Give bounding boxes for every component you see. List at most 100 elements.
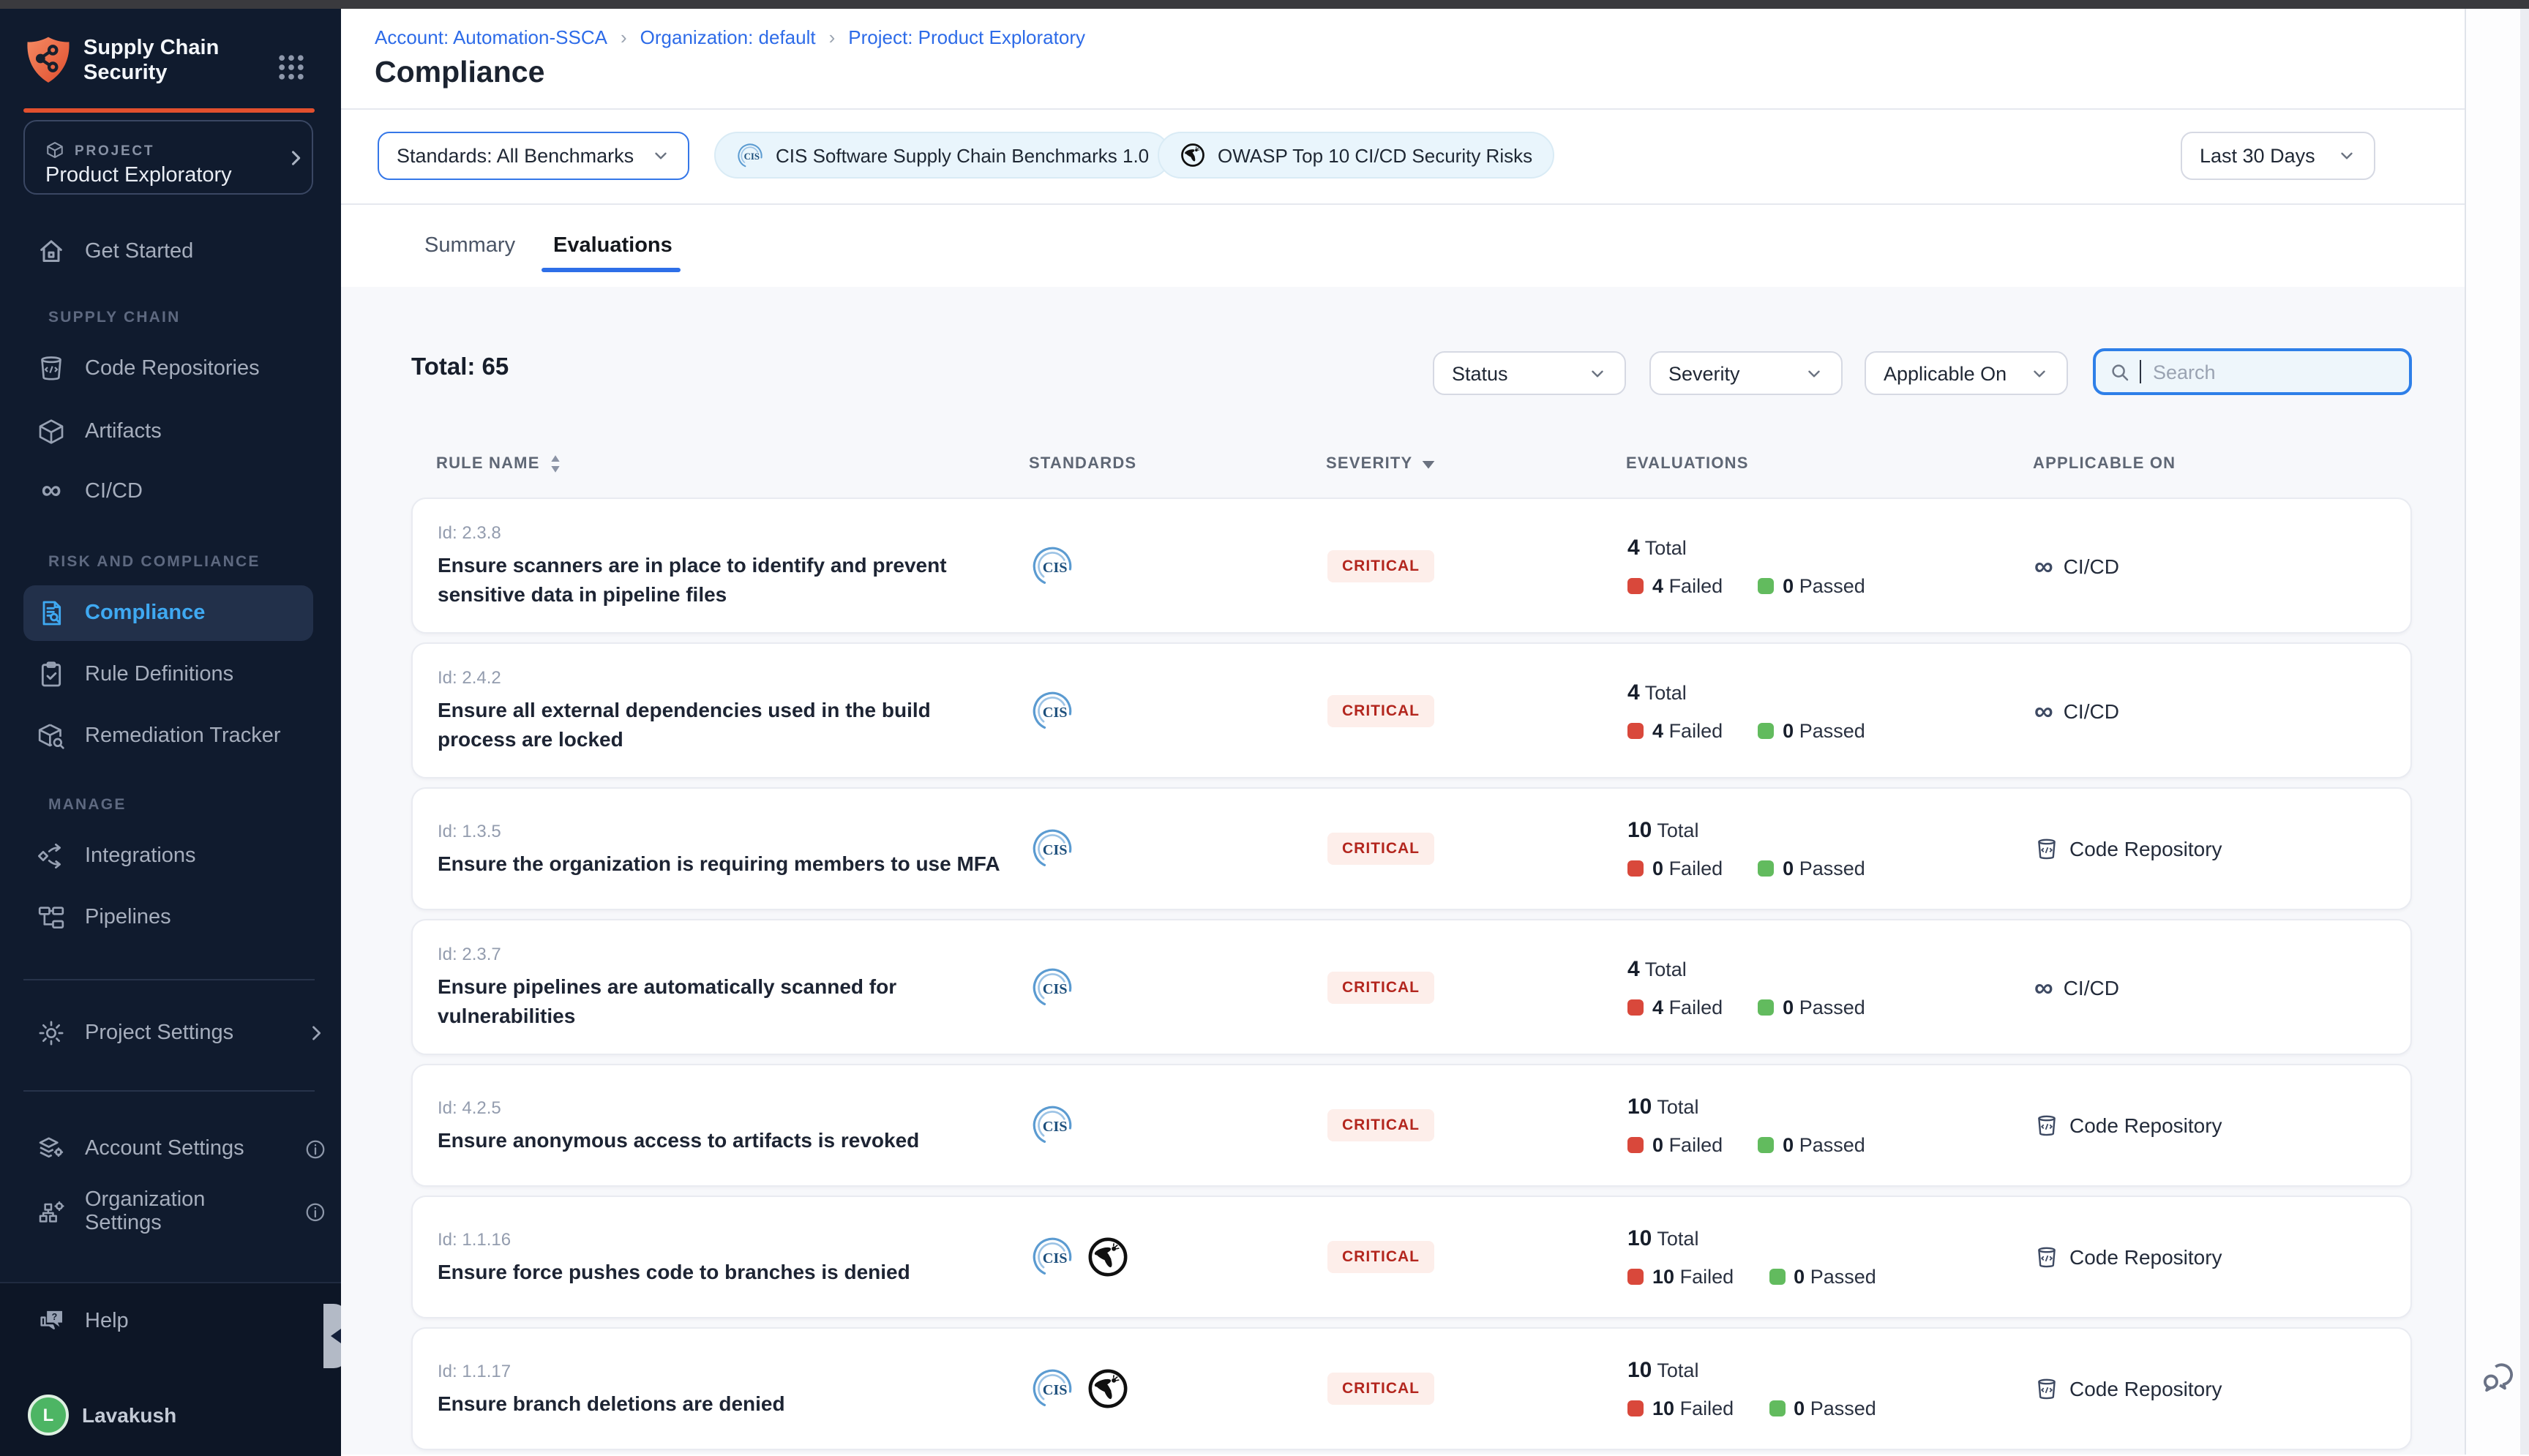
sidebar-item-cicd[interactable]: ∞ CI/CD <box>37 474 326 509</box>
sidebar-item-integrations[interactable]: Integrations <box>37 838 326 874</box>
tab-summary[interactable]: Summary <box>424 225 515 266</box>
help-chat-icon: ? <box>37 1307 66 1336</box>
sidebar-item-organization-settings[interactable]: Organization Settings <box>37 1194 326 1229</box>
eval-passed-count: 0 <box>1783 574 1794 596</box>
sidebar-item-label: Project Settings <box>85 1021 233 1045</box>
eval-failed-label: Failed <box>1669 1134 1723 1156</box>
evaluations-cell: 10 Total 0 Failed 0 Passed <box>1627 1095 2034 1156</box>
date-range-dropdown[interactable]: Last 30 Days <box>2181 132 2375 180</box>
sidebar-item-code-repositories[interactable]: Code Repositories <box>37 351 326 386</box>
chevron-down-icon <box>2337 146 2356 165</box>
sidebar-divider <box>23 979 315 980</box>
scrollbar-track[interactable] <box>2520 9 2529 1455</box>
sidebar: Supply Chain Security PROJECT Product Ex… <box>0 9 341 1455</box>
sidebar-item-project-settings[interactable]: Project Settings <box>37 1016 326 1051</box>
eval-total-count: 4 <box>1627 680 1640 705</box>
eval-failed-count: 4 <box>1652 996 1663 1018</box>
info-icon[interactable] <box>304 1201 326 1223</box>
table-row[interactable]: Id: 2.3.7 Ensure pipelines are automatic… <box>411 919 2412 1055</box>
header-rule-name[interactable]: RULE NAME <box>411 454 1029 474</box>
sidebar-item-compliance[interactable]: Compliance <box>23 585 313 641</box>
sidebar-item-pipelines[interactable]: Pipelines <box>37 900 326 935</box>
cis-benchmark-chip[interactable]: CIS CIS Software Supply Chain Benchmarks… <box>714 132 1171 179</box>
eval-passed-count: 0 <box>1783 719 1794 741</box>
sidebar-item-account-settings[interactable]: Account Settings <box>37 1131 326 1166</box>
standards-cell: CIS <box>1030 827 1327 871</box>
infinity-icon: ∞ <box>2034 972 2053 1002</box>
standards-cell: CIS <box>1030 544 1327 588</box>
brand-divider <box>23 108 315 113</box>
collapse-arrow-icon <box>331 1329 341 1343</box>
severity-filter-dropdown[interactable]: Severity <box>1649 351 1843 395</box>
passed-swatch <box>1769 1269 1785 1285</box>
account-settings-icon <box>37 1134 66 1163</box>
eval-total-label: Total <box>1657 1228 1698 1250</box>
info-icon[interactable] <box>304 1138 326 1160</box>
evaluations-cell: 4 Total 4 Failed 0 Passed <box>1627 680 2034 741</box>
eval-total-count: 4 <box>1627 535 1640 560</box>
total-count: Total: 65 <box>411 354 509 382</box>
support-chat-icon[interactable] <box>2477 1358 2517 1397</box>
table-row[interactable]: Id: 4.2.5 Ensure anonymous access to art… <box>411 1064 2412 1187</box>
search-box[interactable] <box>2093 348 2412 395</box>
owasp-logo-icon <box>1180 142 1206 168</box>
severity-cell: CRITICAL <box>1327 1109 1627 1141</box>
owasp-logo-icon <box>1086 1367 1130 1411</box>
standards-dropdown[interactable]: Standards: All Benchmarks <box>378 132 689 180</box>
severity-cell: CRITICAL <box>1327 1241 1627 1273</box>
project-selector[interactable]: PROJECT Product Exploratory <box>23 120 313 195</box>
rule-cell: Id: 2.3.8 Ensure scanners are in place t… <box>413 499 1030 632</box>
app-title: Supply Chain Security <box>83 37 247 86</box>
user-avatar[interactable]: L <box>28 1395 69 1436</box>
severity-cell: CRITICAL <box>1327 971 1627 1003</box>
table-row[interactable]: Id: 2.4.2 Ensure all external dependenci… <box>411 642 2412 778</box>
applicable-cell: ∞ CI/CD <box>2034 551 2410 580</box>
sidebar-item-remediation-tracker[interactable]: Remediation Tracker <box>37 718 326 754</box>
sort-icon[interactable] <box>549 454 562 474</box>
table-row[interactable]: Id: 1.3.5 Ensure the organization is req… <box>411 787 2412 910</box>
status-filter-dropdown[interactable]: Status <box>1433 351 1626 395</box>
breadcrumb-organization-link[interactable]: Organization: default <box>640 26 816 48</box>
sidebar-item-artifacts[interactable]: Artifacts <box>37 414 326 449</box>
remediation-box-icon <box>37 721 66 751</box>
app-window: Supply Chain Security PROJECT Product Ex… <box>0 0 2529 1455</box>
table-row[interactable]: Id: 2.3.8 Ensure scanners are in place t… <box>411 498 2412 634</box>
eval-passed-label: Passed <box>1799 574 1865 596</box>
failed-swatch <box>1627 1269 1644 1285</box>
sidebar-item-help[interactable]: ? Help <box>37 1304 326 1339</box>
table-row[interactable]: Id: 1.1.16 Ensure force pushes code to b… <box>411 1196 2412 1318</box>
app-grid-icon[interactable] <box>275 51 307 83</box>
header-applicable-on: APPLICABLE ON <box>2033 455 2412 473</box>
cis-logo-icon: CIS <box>1030 544 1074 588</box>
passed-swatch <box>1758 999 1774 1015</box>
sort-desc-icon[interactable] <box>1421 459 1436 469</box>
window-top-strip <box>0 0 2529 9</box>
search-input[interactable] <box>2150 359 2375 384</box>
standards-cell: CIS <box>1030 1103 1327 1147</box>
code-repository-icon <box>2034 836 2059 861</box>
applicable-on-filter-dropdown[interactable]: Applicable On <box>1865 351 2068 395</box>
passed-swatch <box>1769 1400 1785 1416</box>
eval-passed-label: Passed <box>1799 996 1865 1018</box>
rule-cell: Id: 1.3.5 Ensure the organization is req… <box>413 797 1030 901</box>
rule-cell: Id: 4.2.5 Ensure anonymous access to art… <box>413 1073 1030 1177</box>
breadcrumb-account-link[interactable]: Account: Automation-SSCA <box>375 26 607 48</box>
tab-evaluations[interactable]: Evaluations <box>553 225 672 266</box>
eval-failed-count: 0 <box>1652 1134 1663 1156</box>
failed-swatch <box>1627 577 1644 593</box>
text-cursor <box>2140 360 2141 383</box>
sidebar-item-get-started[interactable]: Get Started <box>37 234 326 269</box>
header-severity[interactable]: SEVERITY <box>1326 455 1626 473</box>
eval-passed-count: 0 <box>1794 1266 1805 1288</box>
section-manage: MANAGE <box>48 796 127 814</box>
eval-failed-count: 10 <box>1652 1266 1674 1288</box>
applicable-cell: Code Repository <box>2034 1245 2410 1269</box>
breadcrumb-project-link[interactable]: Project: Product Exploratory <box>848 26 1085 48</box>
owasp-chip[interactable]: OWASP Top 10 CI/CD Security Risks <box>1158 132 1554 179</box>
sidebar-item-rule-definitions[interactable]: Rule Definitions <box>37 657 326 692</box>
severity-badge: CRITICAL <box>1327 1109 1434 1141</box>
table-row[interactable]: Id: 1.1.17 Ensure branch deletions are d… <box>411 1327 2412 1450</box>
user-name[interactable]: Lavakush <box>82 1403 176 1427</box>
passed-swatch <box>1758 577 1774 593</box>
severity-badge: CRITICAL <box>1327 971 1434 1003</box>
